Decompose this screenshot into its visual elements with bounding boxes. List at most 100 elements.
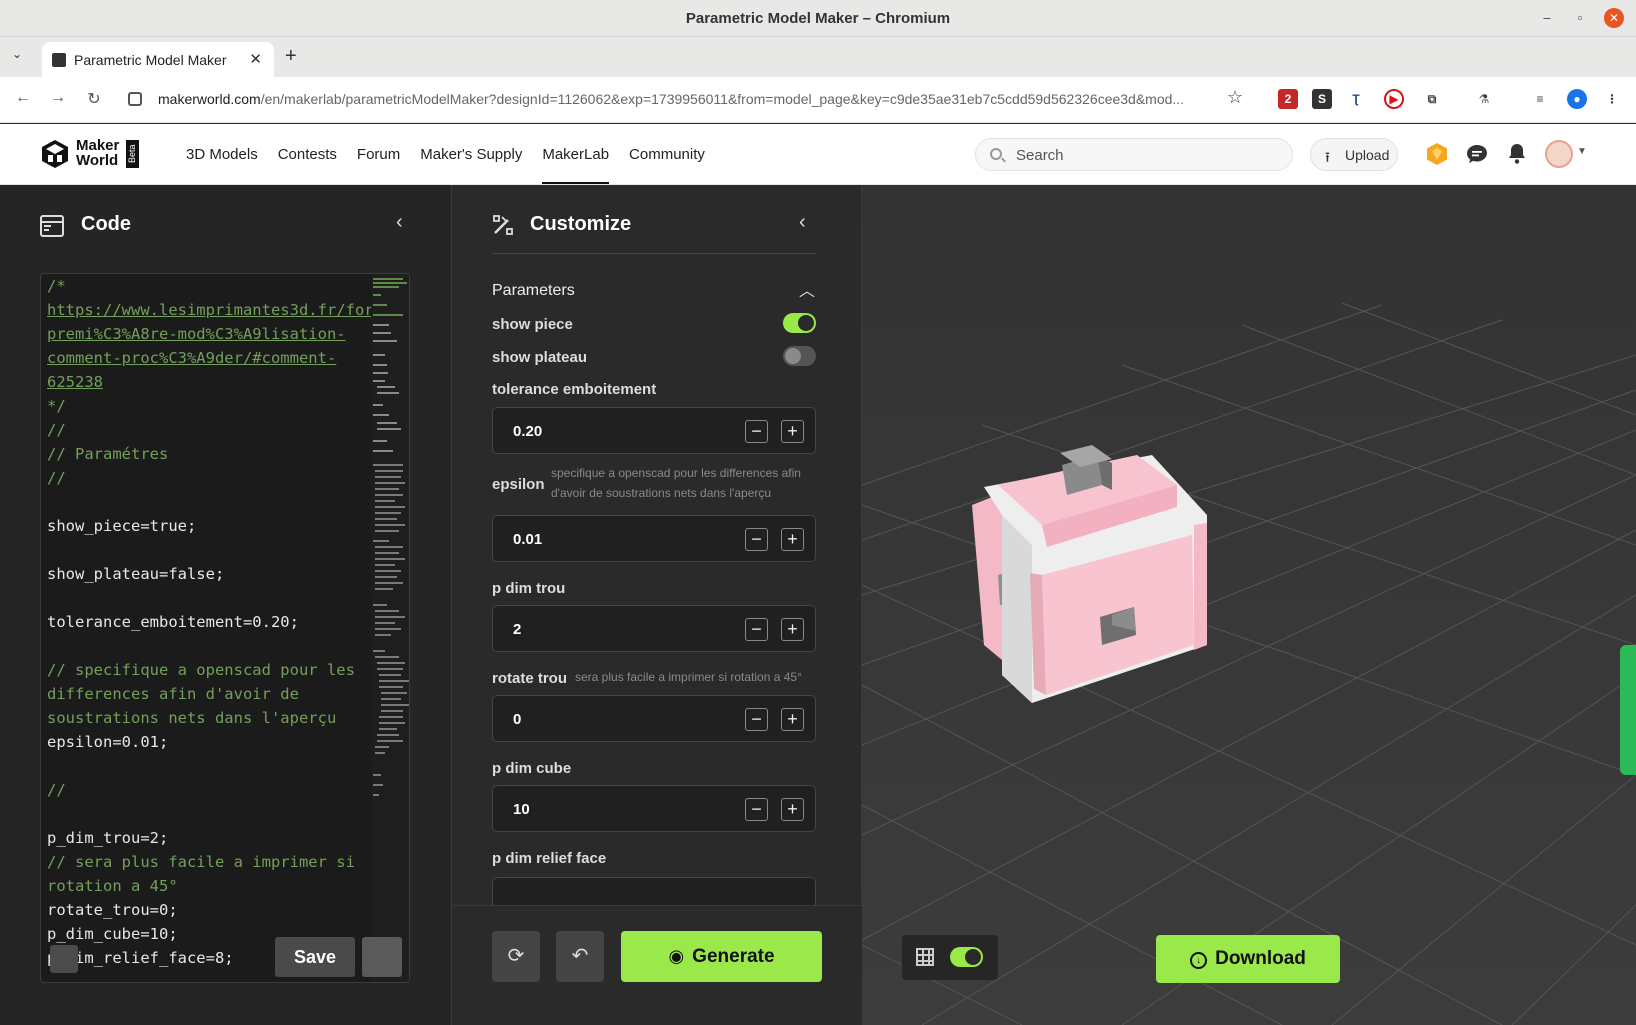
- nav-community[interactable]: Community: [619, 124, 715, 184]
- customize-divider: [492, 253, 816, 254]
- reset-params-button[interactable]: ⟳: [492, 931, 540, 982]
- p-dim-cube-value[interactable]: 10: [513, 801, 530, 818]
- makerworld-logo-icon[interactable]: [40, 139, 70, 169]
- code-outline-icon[interactable]: [50, 945, 78, 973]
- p-dim-cube-stepper[interactable]: 10 − +: [492, 785, 816, 832]
- tab-close-icon[interactable]: ✕: [249, 50, 262, 68]
- download-icon: ↓: [1190, 952, 1208, 969]
- points-hexagon-icon[interactable]: [1425, 142, 1449, 166]
- maximize-icon[interactable]: ▫: [1570, 8, 1590, 28]
- show-plateau-label: show plateau: [492, 349, 588, 366]
- p-dim-trou-value[interactable]: 2: [513, 621, 521, 638]
- nav-forum[interactable]: Forum: [347, 124, 410, 184]
- code-window-icon: [40, 215, 64, 237]
- nav-3d-models[interactable]: 3D Models: [176, 124, 268, 184]
- generate-button[interactable]: ◉ Generate: [621, 931, 822, 982]
- p-dim-cube-label: p dim cube: [492, 760, 572, 777]
- model-preview-3d[interactable]: [962, 445, 1222, 725]
- rotate-trou-value[interactable]: 0: [513, 711, 521, 728]
- rotate-trou-stepper[interactable]: 0 − +: [492, 695, 816, 742]
- back-icon[interactable]: ←: [12, 89, 34, 107]
- side-feedback-tab[interactable]: [1620, 645, 1636, 775]
- nav-contests[interactable]: Contests: [268, 124, 347, 184]
- user-avatar[interactable]: [1545, 140, 1573, 168]
- avatar-caret-icon[interactable]: ▼: [1577, 146, 1587, 157]
- tolerance-label: tolerance emboitement: [492, 381, 657, 398]
- new-tab-icon[interactable]: +: [285, 45, 297, 68]
- site-header: Maker World Beta 3D Models Contests Forum…: [0, 124, 1636, 185]
- customize-wand-icon: [493, 215, 513, 235]
- media-queue-icon[interactable]: ≡: [1530, 89, 1550, 109]
- refresh-icon: ⟳: [507, 945, 525, 967]
- customize-panel-title: Customize: [530, 213, 632, 235]
- grid-icon: [916, 948, 934, 966]
- save-code-button[interactable]: Save: [275, 937, 355, 977]
- search-input[interactable]: [1016, 145, 1276, 165]
- forward-icon[interactable]: →: [47, 89, 69, 107]
- messages-icon[interactable]: [1465, 142, 1489, 166]
- epsilon-decrement-button[interactable]: −: [745, 528, 768, 551]
- nav-makers-supply[interactable]: Maker's Supply: [410, 124, 532, 184]
- collapse-code-chevron-icon[interactable]: ‹: [396, 211, 403, 234]
- tolerance-stepper[interactable]: 0.20 − +: [492, 407, 816, 454]
- extension-s-icon[interactable]: S: [1312, 89, 1332, 109]
- main-nav: 3D Models Contests Forum Maker's Supply …: [176, 124, 715, 184]
- p-dim-trou-decrement-button[interactable]: −: [745, 618, 768, 641]
- p-dim-cube-decrement-button[interactable]: −: [745, 798, 768, 821]
- p-dim-trou-stepper[interactable]: 2 − +: [492, 605, 816, 652]
- epsilon-value[interactable]: 0.01: [513, 531, 542, 548]
- model-viewport[interactable]: ↓ Download: [862, 185, 1636, 1025]
- upload-button[interactable]: ⭱ Upload: [1310, 138, 1398, 171]
- parameters-section-title[interactable]: Parameters: [492, 282, 575, 300]
- tolerance-value[interactable]: 0.20: [513, 423, 542, 440]
- customize-panel: Customize ‹ Parameters ︿ show piece show…: [453, 185, 862, 1025]
- search-box[interactable]: [975, 138, 1293, 171]
- labs-flask-icon[interactable]: ⚗: [1474, 89, 1494, 109]
- code-minimap[interactable]: [371, 274, 410, 983]
- undo-button[interactable]: ↶: [556, 931, 604, 982]
- address-bar: ← → ↻ makerworld.com/en/makerlab/paramet…: [0, 77, 1636, 123]
- tolerance-decrement-button[interactable]: −: [745, 420, 768, 443]
- epsilon-stepper[interactable]: 0.01 − +: [492, 515, 816, 562]
- tab-search-chevron-icon[interactable]: ⌄: [12, 47, 22, 61]
- epsilon-increment-button[interactable]: +: [781, 528, 804, 551]
- close-window-icon[interactable]: ✕: [1604, 8, 1624, 28]
- rotate-trou-increment-button[interactable]: +: [781, 708, 804, 731]
- minimize-icon[interactable]: –: [1537, 8, 1557, 28]
- search-icon: [990, 148, 1002, 160]
- rotate-trou-label: rotate trou: [492, 670, 567, 687]
- tolerance-increment-button[interactable]: +: [781, 420, 804, 443]
- site-info-icon[interactable]: [128, 92, 142, 106]
- rotate-trou-decrement-button[interactable]: −: [745, 708, 768, 731]
- extension-shield-icon[interactable]: 2: [1278, 89, 1298, 109]
- grid-toggle[interactable]: [950, 947, 983, 967]
- extension-play-icon[interactable]: ▶: [1384, 89, 1404, 109]
- code-editor[interactable]: /* https://www.lesimprimantes3d.fr/forum…: [40, 273, 410, 983]
- epsilon-label: epsilon: [492, 476, 545, 493]
- bookmark-star-icon[interactable]: ☆: [1227, 87, 1243, 108]
- code-panel-title: Code: [81, 213, 131, 235]
- browser-menu-icon[interactable]: ⋮: [1602, 89, 1622, 109]
- rotate-trou-description: sera plus facile a imprimer si rotation …: [575, 670, 802, 684]
- window-title: Parametric Model Maker – Chromium: [685, 10, 951, 27]
- nav-makerlab[interactable]: MakerLab: [532, 124, 619, 184]
- code-preview-icon[interactable]: [362, 937, 402, 977]
- download-button[interactable]: ↓ Download: [1156, 935, 1340, 983]
- logo-wordmark[interactable]: Maker World: [76, 138, 119, 168]
- p-dim-relief-stepper[interactable]: [492, 877, 816, 905]
- parameters-collapse-chevron-icon[interactable]: ︿: [799, 277, 815, 301]
- p-dim-cube-increment-button[interactable]: +: [781, 798, 804, 821]
- show-plateau-toggle[interactable]: [783, 346, 816, 366]
- browser-tab[interactable]: Parametric Model Maker ✕: [42, 42, 274, 77]
- show-piece-toggle[interactable]: [783, 313, 816, 333]
- p-dim-trou-increment-button[interactable]: +: [781, 618, 804, 641]
- code-text[interactable]: /* https://www.lesimprimantes3d.fr/forum…: [47, 274, 409, 970]
- generate-eye-icon: ◉: [668, 946, 685, 966]
- reload-icon[interactable]: ↻: [83, 89, 105, 109]
- collapse-customize-chevron-icon[interactable]: ‹: [799, 211, 806, 234]
- extension-translate-icon[interactable]: Ʈ: [1346, 89, 1366, 109]
- profile-icon[interactable]: ●: [1567, 89, 1587, 109]
- notifications-bell-icon[interactable]: [1505, 142, 1529, 166]
- url-field[interactable]: makerworld.com/en/makerlab/parametricMod…: [122, 83, 1226, 117]
- extensions-puzzle-icon[interactable]: ⧉: [1422, 89, 1442, 109]
